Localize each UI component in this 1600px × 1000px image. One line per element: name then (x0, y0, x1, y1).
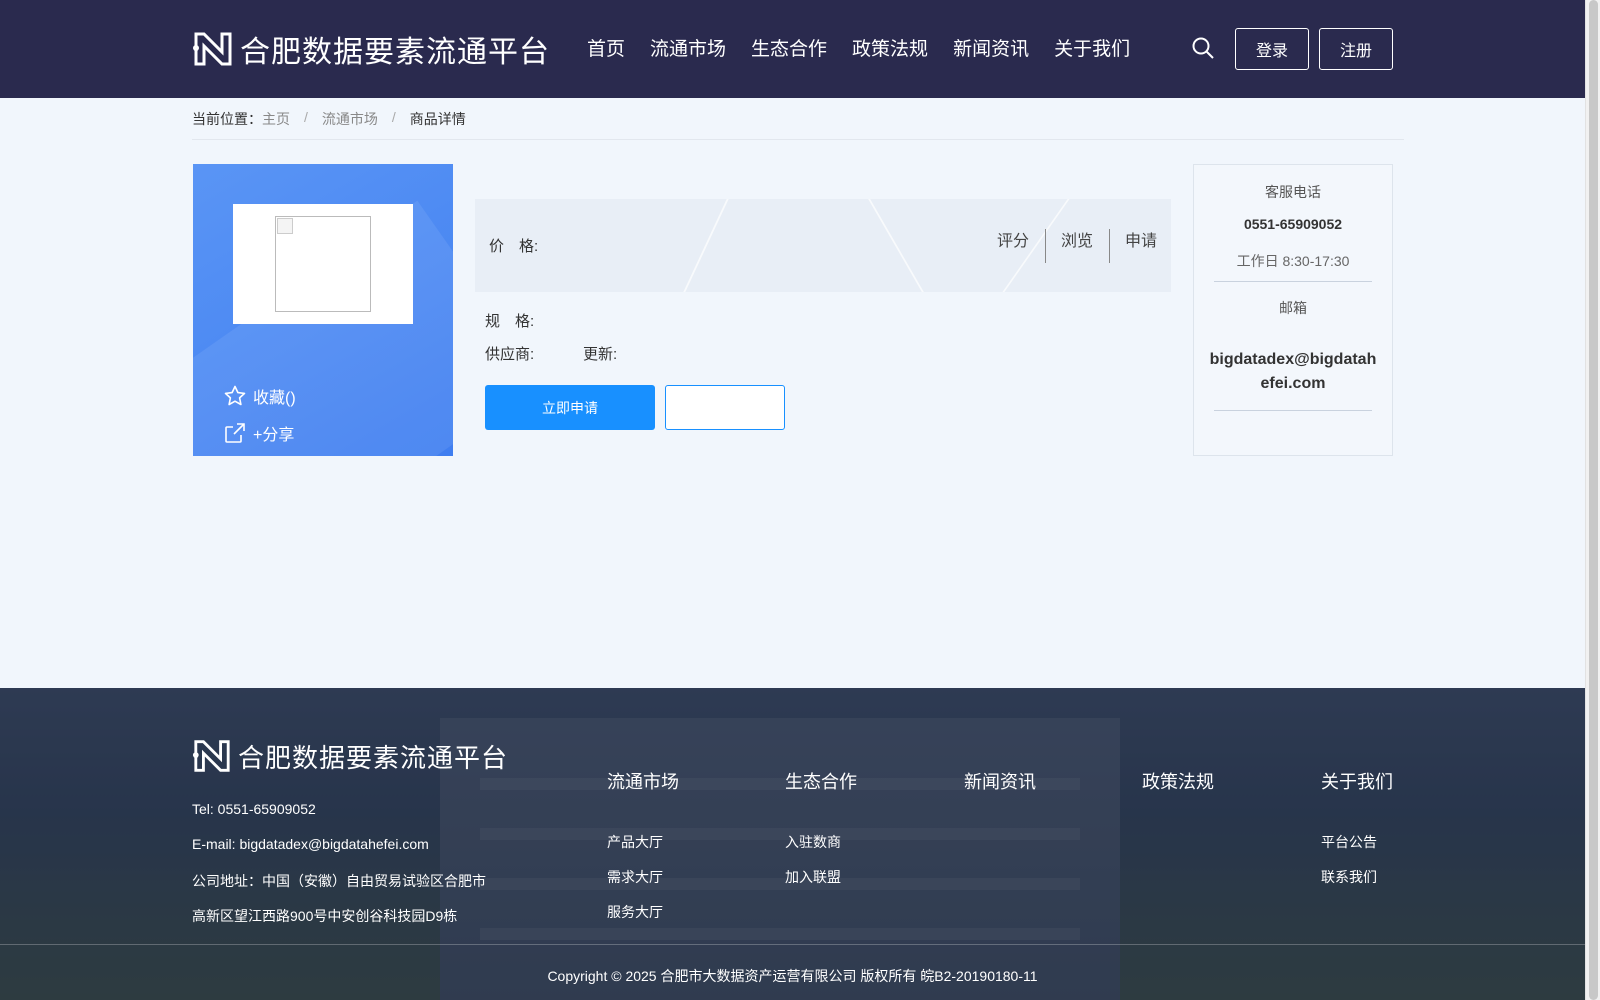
footer-col-ecosystem: 生态合作 入驻数商 加入联盟 (785, 768, 857, 885)
footer-col-title[interactable]: 流通市场 (607, 768, 679, 794)
price-panel: 价 格: 评分 浏览 申请 (475, 199, 1171, 292)
breadcrumb-prefix: 当前位置： (192, 111, 262, 127)
footer-col-title[interactable]: 新闻资讯 (964, 768, 1036, 794)
favorite-label: 收藏() (253, 390, 296, 407)
footer-link-announcements[interactable]: 平台公告 (1321, 832, 1377, 852)
service-divider (1214, 410, 1372, 411)
breadcrumb-separator: / (391, 109, 396, 125)
vertical-scrollbar[interactable] (1585, 0, 1600, 1000)
stat-applications: 申请 (1108, 227, 1157, 263)
service-hours: 工作日 8:30-17:30 (1236, 253, 1350, 269)
nav-home[interactable]: 首页 (587, 34, 625, 61)
footer-col-policy: 政策法规 (1142, 768, 1214, 794)
site-logo[interactable]: 合肥数据要素流通平台 (192, 28, 550, 70)
service-email: bigdatadex@bigdatahefei.com (1209, 351, 1377, 392)
footer-col-market: 流通市场 产品大厅 需求大厅 服务大厅 (607, 768, 679, 920)
nav-market[interactable]: 流通市场 (650, 34, 726, 61)
copyright: Copyright © 2025 合肥市大数据资产运营有限公司 版权所有 皖B2… (547, 968, 1038, 984)
footer-logo-text: 合肥数据要素流通平台 (238, 743, 509, 774)
login-button[interactable]: 登录 (1235, 28, 1309, 70)
breadcrumb-market[interactable]: 流通市场 (322, 109, 378, 129)
share-button[interactable]: +分享 (223, 421, 294, 445)
share-icon (225, 423, 245, 443)
product-card: 收藏() +分享 (193, 164, 453, 456)
breadcrumb-separator: / (304, 109, 308, 125)
footer-link-products[interactable]: 产品大厅 (607, 832, 663, 852)
logo-icon (193, 32, 232, 66)
phone-label: 客服电话 (1265, 184, 1321, 200)
nav-about[interactable]: 关于我们 (1054, 34, 1130, 61)
star-icon (224, 385, 246, 406)
footer-address-line-2: 高新区望江西路900号中安创谷科技园D9栋 (192, 908, 458, 924)
scrollbar-thumb[interactable] (1589, 0, 1598, 1000)
breadcrumb-current: 商品详情 (409, 111, 466, 127)
service-phone: 0551-65909052 (1243, 216, 1343, 232)
breadcrumb-divider (192, 139, 1404, 140)
customer-service-panel: 客服电话 0551-65909052 工作日 8:30-17:30 邮箱 big… (1193, 164, 1393, 456)
logo-icon (192, 740, 230, 772)
footer-link-join-merchants[interactable]: 入驻数商 (785, 832, 841, 852)
supplier-label: 供应商: (485, 346, 535, 363)
spec-label: 规 格: (485, 313, 535, 330)
footer-divider (0, 944, 1585, 945)
email-label: 邮箱 (1279, 300, 1307, 316)
breadcrumb-home[interactable]: 主页 (262, 109, 290, 129)
footer-col-title[interactable]: 关于我们 (1321, 768, 1393, 794)
updated-label: 更新: (583, 346, 618, 363)
secondary-action-button[interactable] (665, 385, 785, 430)
apply-now-button[interactable]: 立即申请 (485, 385, 655, 430)
footer-col-title[interactable]: 政策法规 (1142, 768, 1214, 794)
stat-views: 浏览 (1044, 227, 1109, 263)
footer-col-about: 关于我们 平台公告 联系我们 (1321, 768, 1393, 885)
search-icon[interactable] (1191, 36, 1215, 60)
price-label: 价 格: (489, 238, 539, 255)
footer-link-contact[interactable]: 联系我们 (1321, 867, 1377, 887)
site-footer: 合肥数据要素流通平台 Tel: 0551-65909052 E-mail: bi… (0, 688, 1585, 1000)
product-image (275, 216, 371, 312)
nav-ecosystem[interactable]: 生态合作 (751, 34, 827, 61)
product-stats: 评分 浏览 申请 (981, 227, 1157, 263)
footer-link-demands[interactable]: 需求大厅 (607, 867, 663, 887)
stat-rating: 评分 (996, 233, 1029, 250)
footer-col-news: 新闻资讯 (964, 768, 1036, 794)
footer-link-join-alliance[interactable]: 加入联盟 (785, 867, 841, 887)
share-label: +分享 (253, 427, 295, 444)
footer-email: E-mail: bigdatadex@bigdatahefei.com (192, 836, 429, 852)
nav-policy[interactable]: 政策法规 (852, 34, 928, 61)
footer-link-services[interactable]: 服务大厅 (607, 902, 663, 922)
main-nav: 首页 流通市场 生态合作 政策法规 新闻资讯 关于我们 (587, 34, 1155, 61)
footer-col-title[interactable]: 生态合作 (785, 768, 857, 794)
breadcrumb: 当前位置： 主页 / 流通市场 / 商品详情 (192, 109, 466, 129)
service-divider (1214, 281, 1372, 282)
product-image-frame (233, 204, 413, 324)
footer-address-line-1: 公司地址：中国（安徽）自由贸易试验区合肥市 (192, 873, 486, 889)
footer-logo[interactable]: 合肥数据要素流通平台 (192, 736, 508, 776)
site-header: 合肥数据要素流通平台 首页 流通市场 生态合作 政策法规 新闻资讯 关于我们 登… (0, 0, 1585, 98)
nav-news[interactable]: 新闻资讯 (953, 34, 1029, 61)
favorite-button[interactable]: 收藏() (223, 384, 296, 408)
register-button[interactable]: 注册 (1319, 28, 1393, 70)
footer-tel: Tel: 0551-65909052 (192, 801, 316, 817)
logo-text: 合肥数据要素流通平台 (240, 35, 550, 70)
